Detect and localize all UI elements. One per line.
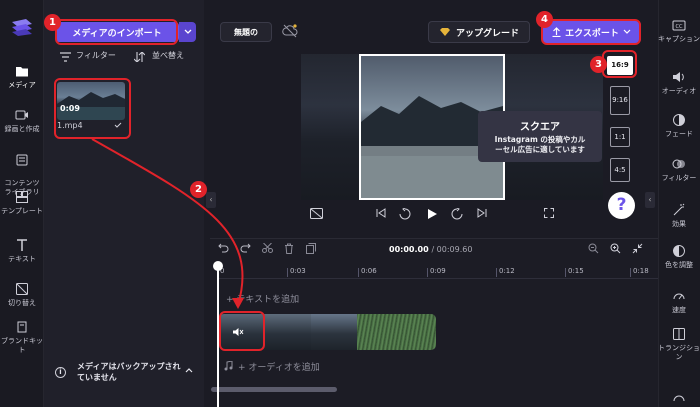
step-badge-4: 4 [536, 11, 553, 28]
step-badge-3: 3 [590, 56, 607, 73]
step-badge-2: 2 [190, 181, 207, 198]
step-badge-1: 1 [44, 14, 61, 31]
